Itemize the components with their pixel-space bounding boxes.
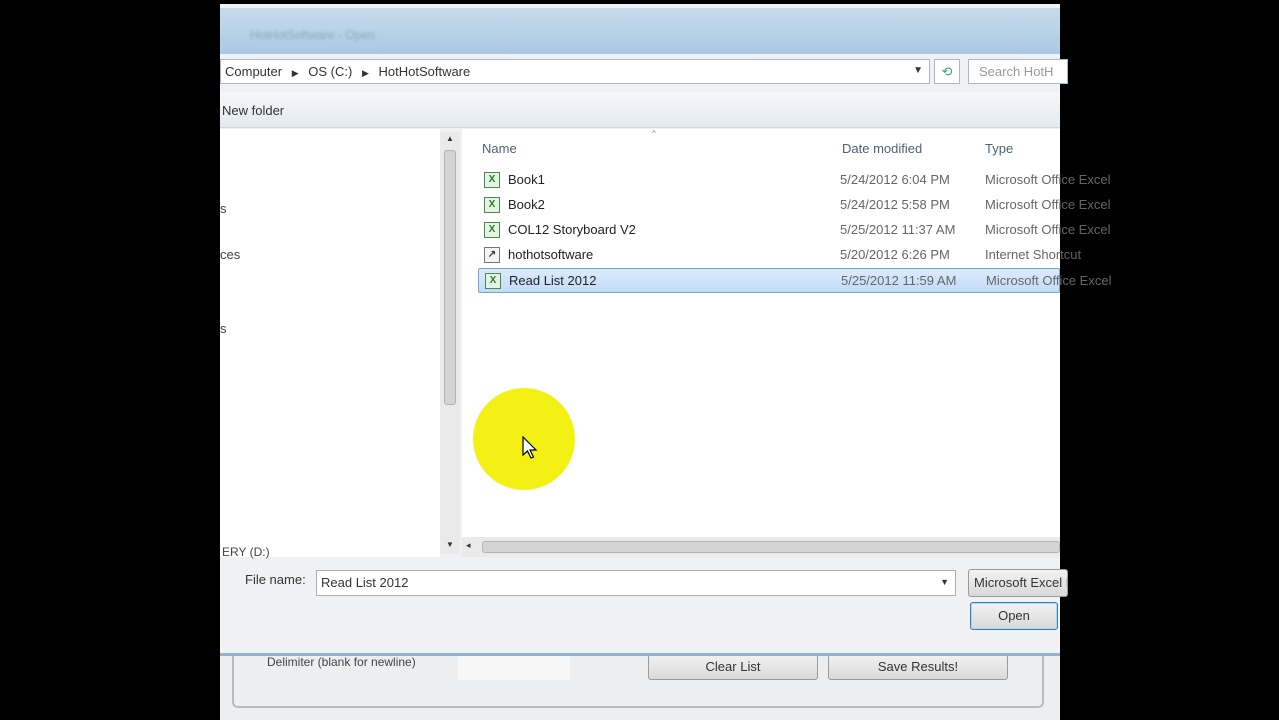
mouse-cursor-icon [522,436,538,459]
excel-icon: X [484,172,500,188]
file-date: 5/25/2012 11:37 AM [840,222,956,237]
file-type: Microsoft Office Excel [985,222,1111,237]
breadcrumb-separator-icon[interactable]: ▶ [362,68,369,78]
file-type: Microsoft Office Excel [985,197,1111,212]
sort-arrow-icon: ^ [652,129,656,138]
breadcrumb-computer[interactable]: Computer [225,64,282,79]
file-name: hothotsoftware [508,247,594,262]
file-type: Microsoft Office Excel [986,273,1112,288]
toolbar: New folder [220,92,1060,128]
breadcrumb-separator-icon[interactable]: ▶ [292,68,299,78]
open-file-dialog: HotHotSoftware - Open Computer ▶ OS (C:)… [220,4,1111,656]
scrollbar-thumb[interactable] [482,541,1060,553]
file-list: Name Date modified Type ^ X Book1 5/24/2… [462,129,1111,557]
file-row-selected[interactable]: X Read List 2012 5/25/2012 11:59 AM Micr… [478,268,1111,293]
file-name-label: File name: [245,572,306,587]
file-name: COL12 Storyboard V2 [508,222,636,237]
file-name-input[interactable]: Read List 2012 ▼ [316,570,956,596]
column-header-type[interactable]: Type [985,141,1013,156]
file-date: 5/24/2012 6:04 PM [840,172,950,187]
nav-item[interactable]: s [220,201,227,216]
scroll-left-icon[interactable]: ◂ [466,540,471,551]
nav-item[interactable]: s [220,321,227,336]
search-input[interactable]: Search HotH [968,59,1068,84]
open-button[interactable]: Open [970,602,1058,630]
file-type: Microsoft Office Excel [985,172,1111,187]
file-name-value: Read List 2012 [321,575,409,590]
shortcut-icon: ↗ [484,247,500,263]
window-title: HotHotSoftware - Open [250,28,375,42]
column-header-name[interactable]: Name [482,141,517,156]
file-name: Read List 2012 [509,273,597,288]
new-folder-button[interactable]: New folder [222,103,284,118]
scrollbar-thumb[interactable] [444,150,456,405]
navigation-pane: s ces s ERY (D:) [220,129,440,559]
file-row[interactable]: X COL12 Storyboard V2 5/25/2012 11:37 AM… [478,218,1110,243]
breadcrumb-hothotsoftware[interactable]: HotHotSoftware [378,64,470,79]
chevron-down-icon[interactable]: ▼ [913,65,923,76]
column-header-date[interactable]: Date modified [842,141,922,156]
nav-item[interactable]: ces [220,247,240,262]
scroll-up-icon[interactable]: ▲ [446,134,454,143]
excel-icon: X [485,273,501,289]
breadcrumb-os-c[interactable]: OS (C:) [308,64,352,79]
nav-item-drive-d[interactable]: ERY (D:) [222,545,270,559]
excel-icon: X [484,197,500,213]
file-row[interactable]: ↗ hothotsoftware 5/20/2012 6:26 PM Inter… [478,243,1081,268]
file-date: 5/24/2012 5:58 PM [840,197,950,212]
refresh-icon[interactable]: ⟲ [934,59,960,84]
file-date: 5/25/2012 11:59 AM [841,273,957,288]
file-type-filter[interactable]: Microsoft Excel Files [968,569,1068,597]
horizontal-scrollbar[interactable]: ◂ [462,537,1060,557]
nav-vertical-scrollbar[interactable]: ▲ ▼ [440,132,460,554]
file-date: 5/20/2012 6:26 PM [840,247,950,262]
file-type: Internet Shortcut [985,247,1082,262]
file-row[interactable]: X Book2 5/24/2012 5:58 PM Microsoft Offi… [478,193,1110,218]
chevron-down-icon[interactable]: ▼ [940,577,949,587]
address-bar[interactable]: Computer ▶ OS (C:) ▶ HotHotSoftware ▼ [220,59,930,84]
title-bar[interactable]: HotHotSoftware - Open [220,8,1060,54]
scroll-down-icon[interactable]: ▼ [446,540,454,549]
file-name: Book2 [508,197,545,212]
file-row[interactable]: X Book1 5/24/2012 6:04 PM Microsoft Offi… [478,168,1110,193]
file-name: Book1 [508,172,545,187]
excel-icon: X [484,222,500,238]
